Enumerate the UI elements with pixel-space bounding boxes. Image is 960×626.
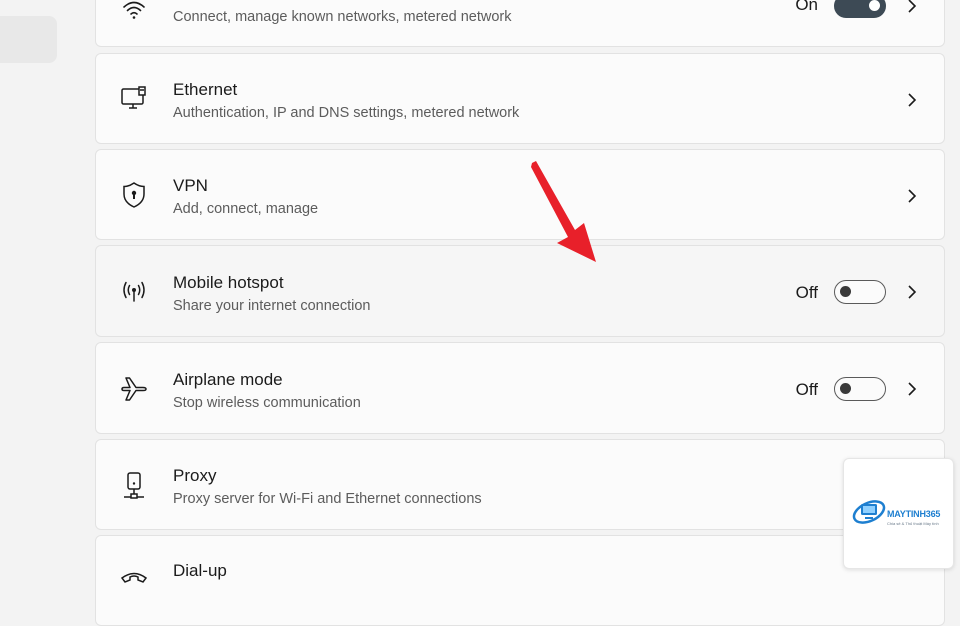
chevron-right-icon xyxy=(900,184,924,208)
shield-icon xyxy=(118,179,150,211)
wifi-subtitle: Connect, manage known networks, metered … xyxy=(173,9,512,25)
ethernet-subtitle: Authentication, IP and DNS settings, met… xyxy=(173,105,520,121)
wifi-icon xyxy=(118,0,150,26)
wifi-toggle[interactable] xyxy=(834,0,886,18)
airplane-toggle[interactable] xyxy=(834,377,886,401)
watermark-tagline: Chia sẻ & Thủ thuật Máy tính xyxy=(887,521,939,526)
ethernet-icon xyxy=(118,83,150,115)
proxy-subtitle: Proxy server for Wi-Fi and Ethernet conn… xyxy=(173,491,482,507)
proxy-icon xyxy=(118,470,150,502)
setting-dialup[interactable]: Dial-up xyxy=(95,535,945,626)
setting-airplane-mode[interactable]: Airplane mode Stop wireless communicatio… xyxy=(95,342,945,434)
airplane-state-label: Off xyxy=(795,380,818,399)
dialup-icon xyxy=(118,565,150,597)
dialup-title: Dial-up xyxy=(173,561,227,580)
sidebar-selected-pill[interactable] xyxy=(0,16,57,63)
chevron-right-icon xyxy=(900,0,924,18)
hotspot-state-label: Off xyxy=(795,283,818,302)
hotspot-title: Mobile hotspot xyxy=(173,273,284,292)
airplane-subtitle: Stop wireless communication xyxy=(173,395,361,411)
hotspot-subtitle: Share your internet connection xyxy=(173,298,371,314)
hotspot-toggle[interactable] xyxy=(834,280,886,304)
setting-proxy[interactable]: Proxy Proxy server for Wi-Fi and Etherne… xyxy=(95,439,945,530)
vpn-subtitle: Add, connect, manage xyxy=(173,201,319,217)
chevron-right-icon xyxy=(900,377,924,401)
hotspot-icon xyxy=(118,276,150,308)
airplane-title: Airplane mode xyxy=(173,370,283,389)
watermark-brand: MAYTINH365 xyxy=(887,509,941,519)
toggle-knob xyxy=(840,286,851,297)
proxy-title: Proxy xyxy=(173,466,217,485)
toggle-knob xyxy=(840,383,851,394)
annotation-arrow-shape xyxy=(531,161,596,262)
setting-ethernet[interactable]: Ethernet Authentication, IP and DNS sett… xyxy=(95,53,945,144)
airplane-icon xyxy=(118,373,150,405)
maytinh365-logo xyxy=(852,500,886,524)
chevron-right-icon xyxy=(900,88,924,112)
annotation-arrow xyxy=(531,161,596,262)
toggle-knob xyxy=(869,0,880,11)
ethernet-title: Ethernet xyxy=(173,80,238,99)
watermark-logo-box: MAYTINH365 Chia sẻ & Thủ thuật Máy tính xyxy=(843,458,954,569)
vpn-title: VPN xyxy=(173,176,208,195)
wifi-state-label: On xyxy=(795,0,818,14)
chevron-right-icon xyxy=(900,280,924,304)
setting-wifi[interactable]: Connect, manage known networks, metered … xyxy=(95,0,945,47)
